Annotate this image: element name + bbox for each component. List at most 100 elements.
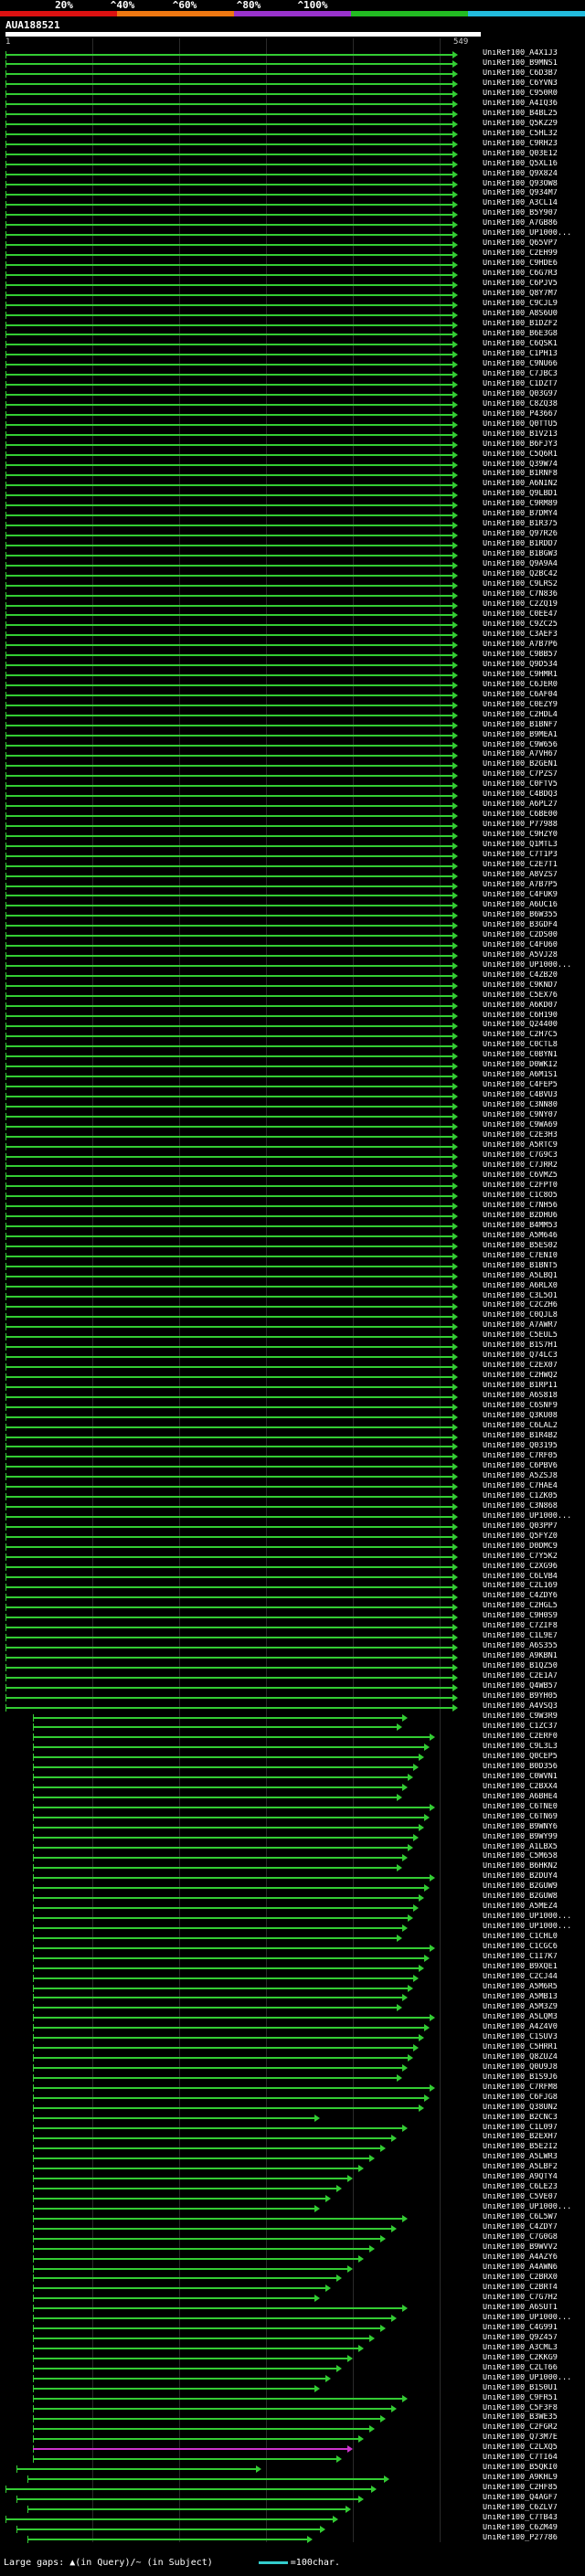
hit-row[interactable]: UniRef100_Q24400 [0, 1021, 585, 1031]
hit-label-link[interactable]: UniRef100_B9XQE1 [483, 1963, 583, 1971]
hit-label-link[interactable]: UniRef100_Q4WB57 [483, 1682, 583, 1691]
hit-label-link[interactable]: UniRef100_B4BL25 [483, 110, 583, 118]
hit-row[interactable]: UniRef100_P27786 [0, 2534, 585, 2544]
hit-label-link[interactable]: UniRef100_C9HZY0 [483, 831, 583, 839]
hit-label-link[interactable]: UniRef100_A4AWN6 [483, 2263, 583, 2272]
hit-row[interactable]: UniRef100_Q03195 [0, 1442, 585, 1452]
hit-row[interactable]: UniRef100_A5ZSJ8 [0, 1472, 585, 1482]
hit-label-link[interactable]: UniRef100_Q2BC42 [483, 570, 583, 578]
hit-label-link[interactable]: UniRef100_B9WY99 [483, 1833, 583, 1841]
hit-row[interactable]: UniRef100_C9NU66 [0, 360, 585, 370]
hit-row[interactable]: UniRef100_B1RDD7 [0, 540, 585, 550]
hit-label-link[interactable]: UniRef100_B1S9J6 [483, 2073, 583, 2082]
hit-row[interactable]: UniRef100_C2CZH6 [0, 1301, 585, 1311]
hit-row[interactable]: UniRef100_A6KD07 [0, 1002, 585, 1012]
hit-row[interactable]: UniRef100_C6D3B7 [0, 69, 585, 80]
hit-row[interactable]: UniRef100_C1I7K7 [0, 1953, 585, 1963]
hit-row[interactable]: UniRef100_A5MEZ4 [0, 1903, 585, 1913]
hit-label-link[interactable]: UniRef100_C9RM89 [483, 500, 583, 508]
hit-label-link[interactable]: UniRef100_C2BXX4 [483, 1783, 583, 1791]
hit-label-link[interactable]: UniRef100_C6D3B7 [483, 69, 583, 78]
hit-label-link[interactable]: UniRef100_C9WA69 [483, 1121, 583, 1129]
hit-label-link[interactable]: UniRef100_C3N868 [483, 1502, 583, 1511]
hit-label-link[interactable]: UniRef100_A6S355 [483, 1642, 583, 1650]
hit-row[interactable]: UniRef100_C2LT66 [0, 2364, 585, 2374]
hit-label-link[interactable]: UniRef100_B1S7H1 [483, 1341, 583, 1350]
hit-row[interactable]: UniRef100_A9QTY4 [0, 2173, 585, 2183]
hit-label-link[interactable]: UniRef100_Q93OW8 [483, 180, 583, 188]
hit-row[interactable]: UniRef100_C4FUK9 [0, 891, 585, 901]
hit-row[interactable]: UniRef100_A4X1J3 [0, 49, 585, 59]
hit-label-link[interactable]: UniRef100_C5VE07 [483, 2193, 583, 2201]
hit-row[interactable]: UniRef100_C2H7C5 [0, 1031, 585, 1041]
hit-row[interactable]: UniRef100_C7G9C3 [0, 1151, 585, 1161]
hit-row[interactable]: UniRef100_B1S7H1 [0, 1341, 585, 1352]
hit-row[interactable]: UniRef100_A7B7P6 [0, 641, 585, 651]
hit-label-link[interactable]: UniRef100_C9HMR1 [483, 671, 583, 679]
hit-row[interactable]: UniRef100_C3AEF3 [0, 631, 585, 641]
hit-label-link[interactable]: UniRef100_Q8Y7M7 [483, 290, 583, 298]
hit-label-link[interactable]: UniRef100_C6TN69 [483, 1813, 583, 1821]
hit-row[interactable]: UniRef100_C6LVB4 [0, 1573, 585, 1583]
hit-label-link[interactable]: UniRef100_B1DZF2 [483, 320, 583, 328]
hit-label-link[interactable]: UniRef100_C6TNE0 [483, 1803, 583, 1811]
hit-label-link[interactable]: UniRef100_A7GB86 [483, 219, 583, 228]
hit-label-link[interactable]: UniRef100_UP1000... [483, 2314, 583, 2322]
hit-label-link[interactable]: UniRef100_C3AEF3 [483, 631, 583, 639]
hit-label-link[interactable]: UniRef100_C7TB43 [483, 2514, 583, 2522]
hit-row[interactable]: UniRef100_C7G7H2 [0, 2294, 585, 2304]
hit-row[interactable]: UniRef100_B2CNC3 [0, 2114, 585, 2124]
hit-row[interactable]: UniRef100_C1CGC6 [0, 1943, 585, 1953]
hit-label-link[interactable]: UniRef100_C4G991 [483, 2324, 583, 2332]
hit-row[interactable]: UniRef100_Q5XL16 [0, 160, 585, 170]
hit-label-link[interactable]: UniRef100_B3GDF4 [483, 921, 583, 929]
hit-row[interactable]: UniRef100_C9BB57 [0, 651, 585, 661]
hit-label-link[interactable]: UniRef100_C9L3L3 [483, 1743, 583, 1751]
hit-label-link[interactable]: UniRef100_C9W656 [483, 741, 583, 749]
hit-label-link[interactable]: UniRef100_A3CML3 [483, 2344, 583, 2352]
hit-label-link[interactable]: UniRef100_C2E1A7 [483, 1672, 583, 1680]
hit-label-link[interactable]: UniRef100_Q5XL16 [483, 160, 583, 168]
hit-row[interactable]: UniRef100_Q0TTU5 [0, 420, 585, 430]
hit-label-link[interactable]: UniRef100_A6S818 [483, 1392, 583, 1400]
hit-row[interactable]: UniRef100_B9WY99 [0, 1833, 585, 1843]
hit-row[interactable]: UniRef100_UP1000... [0, 2203, 585, 2213]
hit-label-link[interactable]: UniRef100_C4BVU3 [483, 1091, 583, 1099]
hit-label-link[interactable]: UniRef100_C0CTL8 [483, 1041, 583, 1049]
hit-label-link[interactable]: UniRef100_C4ZDY7 [483, 2223, 583, 2231]
hit-row[interactable]: UniRef100_C7JRR2 [0, 1161, 585, 1171]
hit-row[interactable]: UniRef100_C6LAL2 [0, 1422, 585, 1432]
hit-row[interactable]: UniRef100_C5HRR1 [0, 2043, 585, 2053]
hit-row[interactable]: UniRef100_C0QJL8 [0, 1311, 585, 1321]
hit-label-link[interactable]: UniRef100_B9MEA1 [483, 731, 583, 739]
hit-row[interactable]: UniRef100_B3GDF4 [0, 921, 585, 931]
hit-row[interactable]: UniRef100_Q65VP7 [0, 239, 585, 249]
hit-row[interactable]: UniRef100_C1SUV3 [0, 2033, 585, 2043]
hit-label-link[interactable]: UniRef100_C9BB57 [483, 651, 583, 659]
hit-row[interactable]: UniRef100_C4BVU3 [0, 1091, 585, 1101]
hit-label-link[interactable]: UniRef100_C0WVN1 [483, 1773, 583, 1781]
hit-row[interactable]: UniRef100_C9L3L3 [0, 1743, 585, 1753]
hit-label-link[interactable]: UniRef100_C6ZLV7 [483, 2504, 583, 2512]
hit-label-link[interactable]: UniRef100_C4FU60 [483, 941, 583, 949]
hit-row[interactable]: UniRef100_C9LRS2 [0, 580, 585, 590]
hit-label-link[interactable]: UniRef100_A5M6R5 [483, 1983, 583, 1991]
hit-label-link[interactable]: UniRef100_C1L9E7 [483, 1632, 583, 1640]
hit-label-link[interactable]: UniRef100_P27786 [483, 2534, 583, 2542]
hit-label-link[interactable]: UniRef100_B1BGW3 [483, 550, 583, 558]
hit-row[interactable]: UniRef100_C2DS00 [0, 931, 585, 941]
hit-row[interactable]: UniRef100_A4AWN6 [0, 2263, 585, 2274]
hit-label-link[interactable]: UniRef100_C0EE47 [483, 610, 583, 619]
hit-row[interactable]: UniRef100_C7HAE4 [0, 1482, 585, 1492]
hit-label-link[interactable]: UniRef100_B1RP11 [483, 1382, 583, 1390]
hit-label-link[interactable]: UniRef100_C2L169 [483, 1582, 583, 1590]
hit-row[interactable]: UniRef100_B6HKN2 [0, 1862, 585, 1872]
hit-row[interactable]: UniRef100_C6ZLV7 [0, 2504, 585, 2514]
hit-label-link[interactable]: UniRef100_B9MNS1 [483, 59, 583, 68]
hit-label-link[interactable]: UniRef100_B1RNF8 [483, 470, 583, 478]
hit-row[interactable]: UniRef100_C3L5O1 [0, 1292, 585, 1302]
hit-label-link[interactable]: UniRef100_B6FJY3 [483, 440, 583, 449]
hit-row[interactable]: UniRef100_C3N868 [0, 1502, 585, 1512]
hit-label-link[interactable]: UniRef100_C7HAE4 [483, 1482, 583, 1490]
hit-row[interactable]: UniRef100_C1L9E7 [0, 1632, 585, 1642]
